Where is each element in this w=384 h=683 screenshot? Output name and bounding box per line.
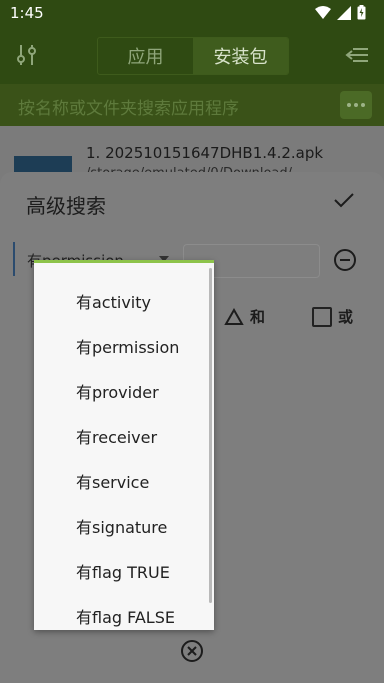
dialog-title: 高级搜索 (26, 194, 106, 218)
operator-and-label: 和 (250, 308, 266, 326)
dropdown-option-permission[interactable]: 有permission (34, 325, 214, 370)
signal-icon (337, 5, 351, 20)
dropdown-option-flag-true[interactable]: 有flag TRUE (34, 550, 214, 595)
triangle-icon (224, 307, 244, 325)
collapse-left-icon[interactable] (344, 44, 370, 66)
battery-icon (357, 5, 366, 20)
dropdown-option-receiver[interactable]: 有receiver (34, 415, 214, 460)
search-bar: 按名称或文件夹搜索应用程序 (0, 84, 384, 126)
condition-dropdown-menu: 有activity 有permission 有provider 有receive… (34, 260, 214, 630)
dropdown-option-activity[interactable]: 有activity (34, 280, 214, 325)
operator-or[interactable]: 或 (312, 306, 353, 327)
dropdown-scrollbar[interactable] (209, 268, 212, 603)
status-bar: 1:45 (0, 0, 384, 26)
source-tabs: 应用 安装包 (97, 37, 289, 75)
dropdown-options: 有activity 有permission 有provider 有receive… (34, 280, 214, 630)
popup-accent-bar (34, 260, 214, 263)
dropdown-option-signature[interactable]: 有signature (34, 505, 214, 550)
tab-apps[interactable]: 应用 (98, 38, 193, 74)
operator-or-label: 或 (338, 308, 354, 326)
search-input[interactable]: 按名称或文件夹搜索应用程序 (18, 94, 239, 119)
more-options-button[interactable] (340, 91, 372, 119)
minus-circle-icon[interactable] (333, 248, 357, 272)
dropdown-option-provider[interactable]: 有provider (34, 370, 214, 415)
file-name: 1. 202510151647DHB1.4.2.apk (86, 144, 324, 162)
status-icons (315, 5, 366, 20)
more-dots-icon (347, 103, 351, 107)
status-time: 1:45 (10, 4, 44, 22)
app-toolbar: 应用 安装包 (0, 26, 384, 84)
close-circle-icon[interactable] (180, 639, 204, 663)
dropdown-option-flag-false[interactable]: 有flag FALSE (34, 595, 214, 630)
tab-packages[interactable]: 安装包 (193, 38, 288, 74)
filter-sliders-icon[interactable] (14, 42, 40, 68)
checkbox-icon (312, 306, 332, 327)
dropdown-option-service[interactable]: 有service (34, 460, 214, 505)
operator-and[interactable]: 和 (224, 306, 265, 327)
wifi-icon (315, 5, 331, 19)
check-icon[interactable] (332, 188, 356, 212)
